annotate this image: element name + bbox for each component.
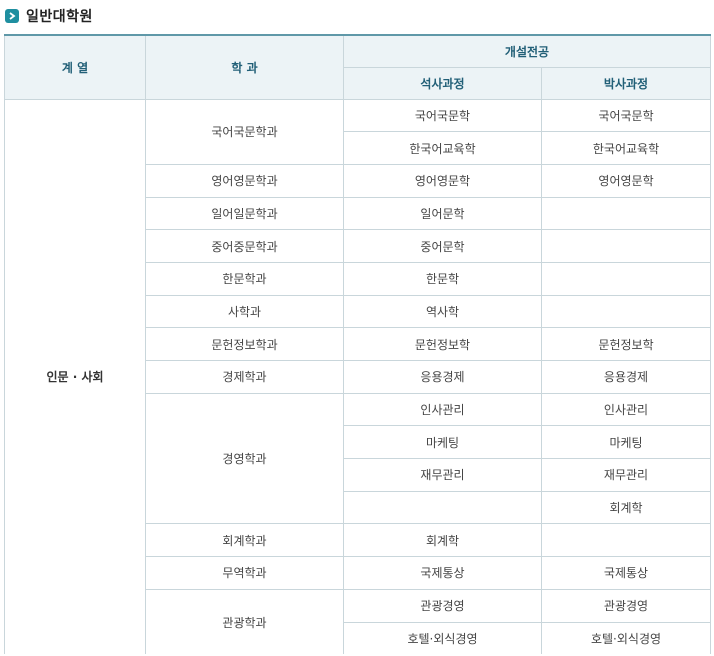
category-cell: 인문 · 사회 [4, 98, 146, 656]
masters-cell: 응용경제 [343, 360, 542, 394]
masters-cell: 문헌정보학 [343, 327, 542, 361]
chevron-right-icon [5, 9, 19, 23]
doctoral-cell: 국어국문학 [540, 98, 712, 133]
doctoral-cell [540, 294, 712, 329]
department-cell: 한문학과 [145, 261, 344, 296]
masters-cell: 한국어교육학 [343, 131, 542, 165]
department-cell: 국어국문학과 [145, 98, 344, 165]
masters-cell: 호텔·외식경영 [343, 621, 542, 656]
masters-cell: 역사학 [343, 294, 542, 329]
doctoral-cell: 영어영문학 [540, 163, 712, 198]
masters-cell: 중어문학 [343, 229, 542, 263]
department-cell: 관광학과 [145, 588, 344, 656]
doctoral-cell [540, 261, 712, 296]
doctoral-cell [540, 229, 712, 263]
masters-cell: 회계학 [343, 523, 542, 558]
doctoral-cell: 재무관리 [540, 458, 712, 492]
doctoral-cell: 응용경제 [540, 360, 712, 394]
doctoral-cell: 마케팅 [540, 425, 712, 460]
doctoral-cell: 관광경영 [540, 588, 712, 623]
department-cell: 회계학과 [145, 523, 344, 558]
masters-cell: 일어문학 [343, 196, 542, 231]
department-cell: 무역학과 [145, 556, 344, 590]
section-title: 일반대학원 [5, 6, 93, 26]
department-cell: 중어중문학과 [145, 229, 344, 263]
majors-table: 계 열 학 과 개설전공 석사과정 박사과정 인문 · 사회 국어국문학과 국어… [4, 34, 712, 656]
doctoral-cell: 문헌정보학 [540, 327, 712, 361]
department-cell: 일어일문학과 [145, 196, 344, 231]
masters-cell: 인사관리 [343, 392, 542, 427]
header-category: 계 열 [4, 34, 146, 100]
doctoral-cell: 국제통상 [540, 556, 712, 590]
table-row: 인문 · 사회 국어국문학과 국어국문학 국어국문학 [4, 98, 712, 656]
doctoral-cell: 호텔·외식경영 [540, 621, 712, 656]
doctoral-cell: 한국어교육학 [540, 131, 712, 165]
page-title: 일반대학원 [26, 9, 93, 25]
header-masters: 석사과정 [343, 66, 542, 100]
department-cell: 사학과 [145, 294, 344, 329]
masters-cell: 영어영문학 [343, 163, 542, 198]
masters-cell: 국제통상 [343, 556, 542, 590]
header-majors: 개설전공 [342, 34, 712, 68]
masters-cell: 마케팅 [343, 425, 542, 460]
doctoral-cell: 인사관리 [540, 392, 712, 427]
header-doctoral: 박사과정 [540, 66, 712, 100]
masters-cell: 한문학 [343, 261, 542, 296]
masters-cell: 관광경영 [343, 588, 542, 623]
masters-cell: 재무관리 [343, 458, 542, 492]
masters-cell [343, 490, 542, 525]
masters-cell: 국어국문학 [343, 98, 542, 133]
header-department: 학 과 [145, 34, 344, 100]
doctoral-cell: 회계학 [540, 490, 712, 525]
doctoral-cell [540, 523, 712, 558]
department-cell: 경영학과 [145, 392, 344, 525]
doctoral-cell [540, 196, 712, 231]
department-cell: 문헌정보학과 [145, 327, 344, 361]
department-cell: 경제학과 [145, 360, 344, 394]
department-cell: 영어영문학과 [145, 163, 344, 198]
